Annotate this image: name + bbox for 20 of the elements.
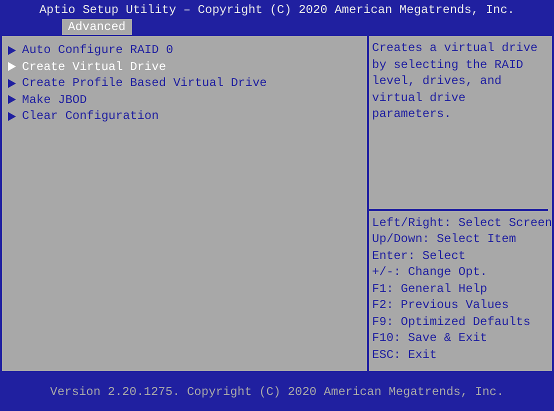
- help-text-line: by selecting the RAID: [372, 56, 524, 73]
- key-help-line: F9: Optimized Defaults: [372, 314, 532, 330]
- menu-item[interactable]: Clear Configuration: [22, 108, 159, 124]
- version-text: Version 2.20.1275. Copyright (C) 2020 American Megatrends, Inc.: [50, 384, 504, 400]
- key-help-line: ESC: Exit: [372, 346, 438, 363]
- help-text-line: Creates a virtual drive: [372, 40, 539, 56]
- key-help-line: Left/Right: Select Screen: [372, 214, 550, 231]
- key-help-line: F1: General Help: [372, 280, 488, 297]
- menu-item[interactable]: Create Profile Based Virtual Drive: [22, 75, 267, 92]
- window-title: Aptio Setup Utility – Copyright (C) 2020 American Megatrends, Inc.: [38, 2, 516, 18]
- help-text-line: parameters.: [372, 106, 452, 122]
- help-text-line: virtual drive: [372, 90, 467, 106]
- menu-item[interactable]: Auto Configure RAID 0: [22, 42, 174, 58]
- key-help-line: +/-: Change Opt.: [372, 264, 488, 280]
- key-help-line: F2: Previous Values: [372, 297, 510, 314]
- menu-item[interactable]: Make JBOD: [22, 92, 87, 108]
- key-help-line: Enter: Select: [372, 248, 467, 264]
- key-help-line: F10: Save & Exit: [372, 330, 488, 346]
- key-help-line: Up/Down: Select Item: [372, 231, 518, 248]
- help-text-line: level, drives, and: [372, 73, 503, 90]
